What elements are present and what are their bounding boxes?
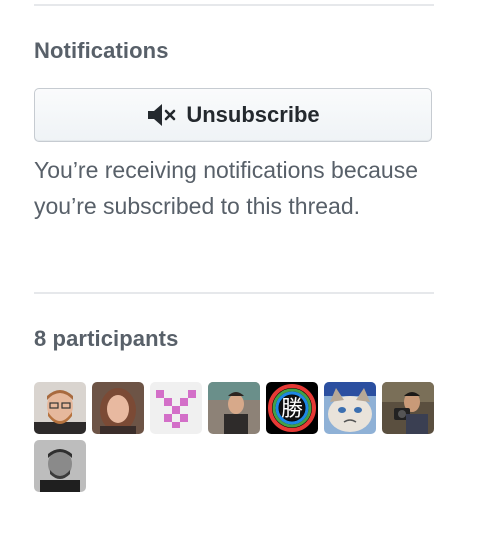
mute-icon xyxy=(146,103,178,127)
avatar-participant-1[interactable] xyxy=(34,382,86,434)
avatar-participant-7[interactable] xyxy=(382,382,434,434)
avatar-participant-2[interactable] xyxy=(92,382,144,434)
notifications-heading: Notifications xyxy=(34,38,169,63)
avatar-participant-6[interactable] xyxy=(324,382,376,434)
avatar-participant-3[interactable] xyxy=(150,382,202,434)
avatar-kanji-text: 勝 xyxy=(281,397,303,422)
section-divider xyxy=(34,292,434,294)
top-divider xyxy=(34,4,434,6)
unsubscribe-label: Unsubscribe xyxy=(186,102,320,127)
avatar-participant-4[interactable] xyxy=(208,382,260,434)
avatar-participant-5[interactable]: 勝 xyxy=(266,382,318,434)
participants-heading: 8 participants xyxy=(34,326,179,351)
avatar-participant-8[interactable] xyxy=(34,440,86,492)
unsubscribe-button[interactable]: Unsubscribe xyxy=(34,88,432,142)
subscription-reason-text: You’re receiving notifications because y… xyxy=(34,157,419,219)
